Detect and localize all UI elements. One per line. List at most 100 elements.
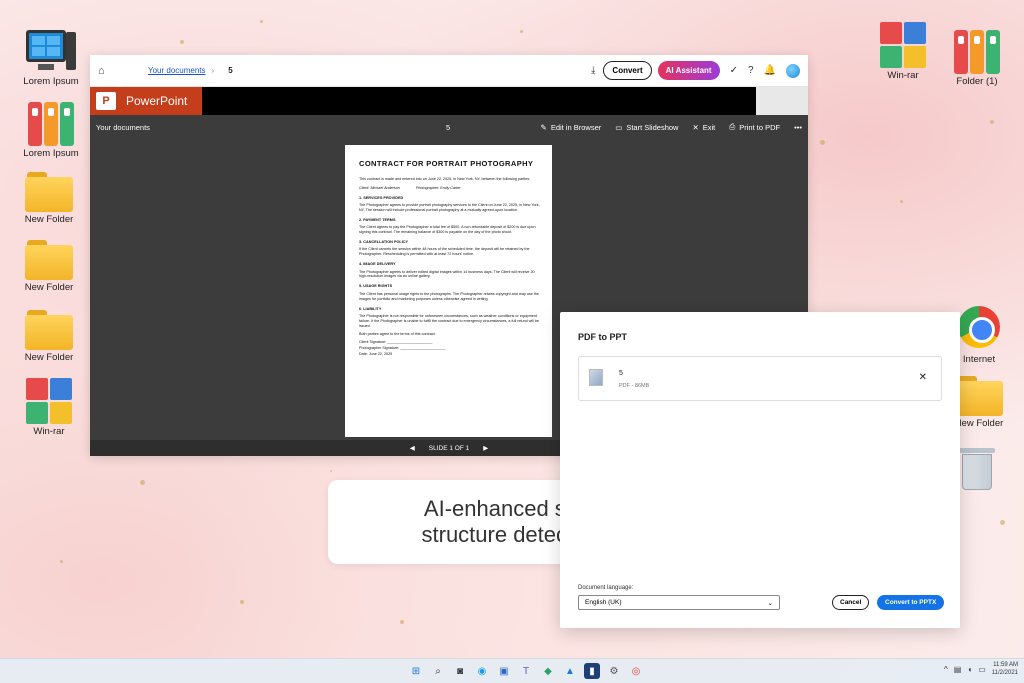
file-name: 5 xyxy=(619,370,623,377)
taskbar-apps: ⊞ ⌕ ◙ ◉ ▣ T ◆ ▲ ▮ ⚙ ◎ xyxy=(408,663,644,679)
avatar[interactable] xyxy=(786,63,800,78)
download-icon[interactable]: ⤓ xyxy=(591,65,595,76)
system-tray: ^ ▤ ◖ ▭ 11:59 AM 11/2/2021 xyxy=(944,662,1018,678)
exit-button[interactable]: ✕ Exit xyxy=(692,123,715,132)
slide-section-text: The Photographer agrees to deliver edite… xyxy=(359,269,535,279)
search-icon[interactable]: ⌕ xyxy=(430,663,446,679)
bell-icon[interactable]: 🔔 xyxy=(764,65,776,76)
slide-client: Client: Michael Anderson xyxy=(359,186,400,191)
computer-icon xyxy=(26,28,76,74)
binders-icon xyxy=(28,100,74,146)
powerpoint-bar: P PowerPoint xyxy=(90,87,808,115)
desktop-icon-folder-3[interactable]: New Folder xyxy=(14,310,84,363)
print-to-pdf-button[interactable]: ⎙ Print to PDF xyxy=(729,122,780,132)
printer-icon: ⎙ xyxy=(729,122,736,131)
clock[interactable]: 11:59 AM 11/2/2021 xyxy=(992,662,1018,678)
desktop-icon-binders[interactable]: Lorem Ipsum xyxy=(16,100,86,159)
ai-assistant-button[interactable]: AI Assistant xyxy=(657,61,720,80)
battery-icon[interactable]: ▭ xyxy=(978,665,986,674)
start-icon[interactable]: ⊞ xyxy=(408,663,424,679)
powerpoint-brand: P PowerPoint xyxy=(90,87,202,115)
slide-date-line: Date: June 22, 2025 xyxy=(359,351,393,356)
convert-button[interactable]: Convert xyxy=(603,61,652,80)
recycle-bin-icon xyxy=(959,446,995,492)
slide-page: CONTRACT FOR PORTRAIT PHOTOGRAPHY This c… xyxy=(345,145,552,437)
close-icon: ✕ xyxy=(692,122,699,132)
desktop-icon-folder-1-right[interactable]: Folder (1) xyxy=(942,28,1012,87)
desktop-icon-folder-2[interactable]: New Folder xyxy=(14,240,84,293)
slide-parties: Client: Michael Anderson Photographer: E… xyxy=(359,186,540,191)
slide-section-text: The Photographer agrees to provide portr… xyxy=(359,203,540,213)
store-icon[interactable]: ▣ xyxy=(496,663,512,679)
slide-signature-line: Photographer Signature: ________________… xyxy=(359,345,446,350)
exit-label: Exit xyxy=(702,122,716,132)
powerpoint-bar-right xyxy=(756,87,808,115)
settings-icon[interactable]: ⚙ xyxy=(606,663,622,679)
edit-in-browser-button[interactable]: ✎ Edit in Browser xyxy=(541,123,602,132)
slide-title: CONTRACT FOR PORTRAIT PHOTOGRAPHY xyxy=(359,159,534,168)
more-options-icon[interactable]: ••• xyxy=(794,123,802,132)
edit-in-browser-label: Edit in Browser xyxy=(550,122,602,132)
clock-time: 11:59 AM xyxy=(993,662,1018,668)
slide-section-text: The Client agrees to pay the Photographe… xyxy=(359,225,536,235)
desktop-icon-label: New Folder xyxy=(24,214,74,225)
slide-intro: This contract is made and entered into o… xyxy=(359,177,531,182)
check-icon[interactable]: ✓ xyxy=(730,65,738,76)
desktop-icon-winrar[interactable]: Win-rar xyxy=(14,378,84,437)
chevron-up-icon[interactable]: ^ xyxy=(944,665,948,674)
breadcrumb-current: 5 xyxy=(228,66,233,75)
camera-icon[interactable]: ◙ xyxy=(452,663,468,679)
clock-date: 11/2/2021 xyxy=(991,669,1018,676)
volume-icon[interactable]: ◖ xyxy=(967,665,972,674)
prev-slide-icon[interactable]: ◀ xyxy=(410,444,415,452)
slide-section-heading: 5. USAGE RIGHTS xyxy=(359,284,393,289)
help-icon[interactable]: ? xyxy=(748,65,754,76)
desktop-icon-winrar-right[interactable]: Win-rar xyxy=(868,22,938,81)
taskbar: ⊞ ⌕ ◙ ◉ ▣ T ◆ ▲ ▮ ⚙ ◎ ^ ▤ ◖ ▭ 11:59 AM 1… xyxy=(0,658,1024,683)
viewer-title: Your documents xyxy=(96,122,150,132)
app-active-icon[interactable]: ▮ xyxy=(584,663,600,679)
teams-icon[interactable]: T xyxy=(518,663,534,679)
chevron-down-icon: ⌄ xyxy=(767,600,773,607)
slide-section-text: The Client has personal usage rights to … xyxy=(359,291,539,301)
viewer-toolbar: Your documents 5 ✎ Edit in Browser ▭ Start… xyxy=(90,115,808,139)
desktop-icon-folder-1[interactable]: New Folder xyxy=(14,172,84,225)
slide-section-text: The Photographer is not responsible for … xyxy=(359,313,539,328)
desktop-icon-label: Lorem Ipsum xyxy=(23,76,79,87)
desktop-icon-computer[interactable]: Lorem Ipsum xyxy=(16,28,86,87)
file-card: 5 PDF - 86MB ✕ xyxy=(578,356,942,401)
photos-icon[interactable]: ▲ xyxy=(562,663,578,679)
slide-section-heading: 3. CANCELLATION POLICY xyxy=(359,240,409,245)
network-icon[interactable]: ▤ xyxy=(954,665,962,674)
dialog-title: PDF to PPT xyxy=(578,332,627,342)
convert-to-pptx-button[interactable]: Convert to PPTX xyxy=(877,595,945,610)
folder-icon xyxy=(25,310,73,350)
edge-icon[interactable]: ◉ xyxy=(474,663,490,679)
slide-photographer: Photographer: Emily Carter xyxy=(415,186,461,191)
binders-icon xyxy=(954,28,1000,74)
breadcrumb-link[interactable]: Your documents xyxy=(148,66,206,75)
language-select[interactable]: English (UK) ⌄ xyxy=(578,595,780,610)
folder-icon xyxy=(955,376,1003,416)
powerpoint-logo-icon: P xyxy=(96,92,116,110)
maps-icon[interactable]: ◆ xyxy=(540,663,556,679)
desktop-icon-label: Folder (1) xyxy=(956,76,998,87)
viewer-page-number: 5 xyxy=(446,122,451,132)
pdf-to-ppt-dialog: PDF to PPT 5 PDF - 86MB ✕ Document langu… xyxy=(560,312,960,628)
language-value: English (UK) xyxy=(585,599,622,606)
slide-section-heading: 1. SERVICES PROVIDED xyxy=(359,196,404,201)
powerpoint-brand-label: PowerPoint xyxy=(126,94,188,108)
file-meta: PDF - 86MB xyxy=(619,383,650,389)
desktop-icon-label: Win-rar xyxy=(887,70,919,81)
slide-signature-line: Client Signature: ______________________ xyxy=(359,339,433,344)
next-slide-icon[interactable]: ▶ xyxy=(483,444,488,452)
slide-section-heading: 6. LIABILITY xyxy=(359,306,382,311)
slide-counter: SLIDE 1 OF 1 xyxy=(428,444,470,452)
app-topbar: ⌂ Your documents › 5 ⤓ Convert AI Assist… xyxy=(90,55,808,87)
cancel-button[interactable]: Cancel xyxy=(832,595,870,610)
slide-closing: Both parties agree to the terms of this … xyxy=(359,331,436,336)
start-slideshow-button[interactable]: ▭ Start Slideshow xyxy=(615,123,678,132)
remove-file-icon[interactable]: ✕ xyxy=(919,372,927,383)
home-icon[interactable]: ⌂ xyxy=(98,65,112,77)
chrome-taskbar-icon[interactable]: ◎ xyxy=(628,663,644,679)
